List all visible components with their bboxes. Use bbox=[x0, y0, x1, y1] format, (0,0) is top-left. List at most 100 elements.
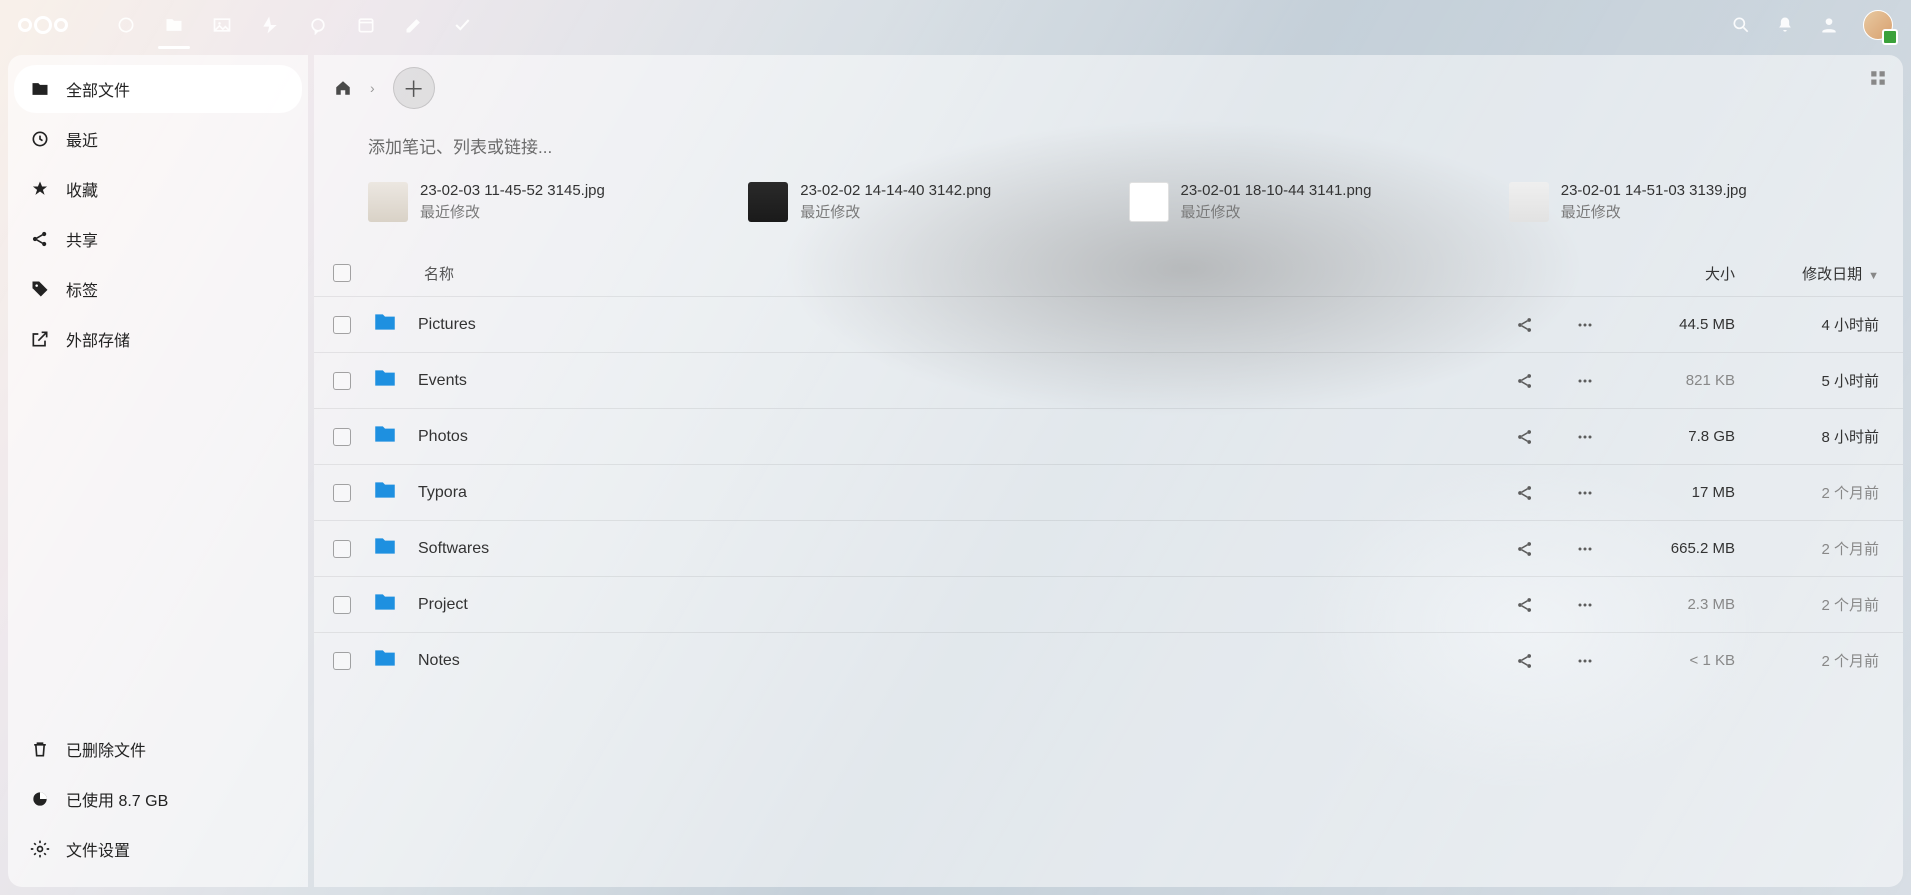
contacts-icon[interactable] bbox=[1819, 15, 1839, 35]
photos-app-icon[interactable] bbox=[212, 15, 232, 35]
recent-file-sub: 最近修改 bbox=[420, 201, 605, 222]
more-icon[interactable] bbox=[1575, 651, 1595, 671]
sidebar-item-favorites[interactable]: 收藏 bbox=[14, 165, 302, 213]
star-icon bbox=[30, 179, 50, 199]
tasks-app-icon[interactable] bbox=[452, 15, 472, 35]
search-icon[interactable] bbox=[1731, 15, 1751, 35]
sidebar-item-label: 共享 bbox=[66, 227, 98, 251]
more-icon[interactable] bbox=[1575, 315, 1595, 335]
row-checkbox[interactable] bbox=[333, 372, 351, 390]
recent-card[interactable]: 23-02-02 14-14-40 3142.png 最近修改 bbox=[748, 182, 1088, 222]
row-checkbox[interactable] bbox=[333, 484, 351, 502]
breadcrumb: › ＋ bbox=[314, 55, 1903, 115]
sidebar-item-trash[interactable]: 已删除文件 bbox=[14, 725, 302, 773]
recent-card[interactable]: 23-02-01 18-10-44 3141.png 最近修改 bbox=[1129, 182, 1469, 222]
file-date: 2 个月前 bbox=[1745, 538, 1885, 559]
file-name: Notes bbox=[418, 652, 1495, 670]
recent-file-sub: 最近修改 bbox=[800, 201, 991, 222]
col-name[interactable]: 名称 bbox=[418, 263, 1495, 284]
file-name: Typora bbox=[418, 484, 1495, 502]
home-icon[interactable] bbox=[334, 79, 352, 97]
row-checkbox[interactable] bbox=[333, 596, 351, 614]
folder-icon bbox=[370, 421, 418, 452]
external-link-icon bbox=[30, 329, 50, 349]
sidebar-item-recent[interactable]: 最近 bbox=[14, 115, 302, 163]
sidebar-item-all-files[interactable]: 全部文件 bbox=[14, 65, 302, 113]
more-icon[interactable] bbox=[1575, 539, 1595, 559]
tag-icon bbox=[30, 279, 50, 299]
file-size: 17 MB bbox=[1615, 484, 1745, 501]
sidebar-item-tags[interactable]: 标签 bbox=[14, 265, 302, 313]
notes-input[interactable]: 添加笔记、列表或链接... bbox=[314, 115, 1903, 182]
recent-file-name: 23-02-01 18-10-44 3141.png bbox=[1181, 182, 1372, 199]
chevron-right-icon: › bbox=[370, 80, 375, 96]
file-name: Pictures bbox=[418, 316, 1495, 334]
sidebar-item-quota[interactable]: 已使用 8.7 GB bbox=[14, 775, 302, 823]
file-size: 821 KB bbox=[1615, 372, 1745, 389]
share-icon[interactable] bbox=[1515, 371, 1535, 391]
sort-desc-icon: ▼ bbox=[1868, 270, 1879, 282]
row-checkbox[interactable] bbox=[333, 428, 351, 446]
table-row[interactable]: Typora 17 MB 2 个月前 bbox=[314, 464, 1903, 520]
more-icon[interactable] bbox=[1575, 595, 1595, 615]
sidebar-item-label: 外部存储 bbox=[66, 327, 130, 351]
user-avatar[interactable] bbox=[1863, 10, 1893, 40]
folder-icon bbox=[370, 645, 418, 676]
row-checkbox[interactable] bbox=[333, 540, 351, 558]
file-date: 8 小时前 bbox=[1745, 426, 1885, 447]
talk-app-icon[interactable] bbox=[308, 15, 328, 35]
sidebar-item-external[interactable]: 外部存储 bbox=[14, 315, 302, 363]
recent-file-sub: 最近修改 bbox=[1561, 201, 1747, 222]
more-icon[interactable] bbox=[1575, 371, 1595, 391]
add-button[interactable]: ＋ bbox=[393, 67, 435, 109]
thumbnail bbox=[1509, 182, 1549, 222]
col-modified[interactable]: 修改日期▼ bbox=[1745, 263, 1885, 284]
sidebar-item-label: 已删除文件 bbox=[66, 737, 146, 761]
table-row[interactable]: Pictures 44.5 MB 4 小时前 bbox=[314, 296, 1903, 352]
sidebar-item-shares[interactable]: 共享 bbox=[14, 215, 302, 263]
recent-card[interactable]: 23-02-01 14-51-03 3139.jpg 最近修改 bbox=[1509, 182, 1849, 222]
share-icon[interactable] bbox=[1515, 315, 1535, 335]
folder-icon bbox=[370, 365, 418, 396]
thumbnail bbox=[368, 182, 408, 222]
more-icon[interactable] bbox=[1575, 427, 1595, 447]
file-table: 名称 大小 修改日期▼ Pictures 44.5 MB 4 小时前 Event… bbox=[314, 250, 1903, 688]
share-icon[interactable] bbox=[1515, 483, 1535, 503]
activity-app-icon[interactable] bbox=[260, 15, 280, 35]
share-icon[interactable] bbox=[1515, 539, 1535, 559]
table-row[interactable]: Softwares 665.2 MB 2 个月前 bbox=[314, 520, 1903, 576]
table-row[interactable]: Photos 7.8 GB 8 小时前 bbox=[314, 408, 1903, 464]
file-date: 2 个月前 bbox=[1745, 594, 1885, 615]
dashboard-icon[interactable] bbox=[116, 15, 136, 35]
select-all-checkbox[interactable] bbox=[333, 264, 351, 282]
recent-card[interactable]: 23-02-03 11-45-52 3145.jpg 最近修改 bbox=[368, 182, 708, 222]
files-app-icon[interactable] bbox=[164, 15, 184, 35]
folder-icon bbox=[370, 533, 418, 564]
calendar-app-icon[interactable] bbox=[356, 15, 376, 35]
sidebar-item-settings[interactable]: 文件设置 bbox=[14, 825, 302, 873]
share-icon[interactable] bbox=[1515, 427, 1535, 447]
nextcloud-logo[interactable] bbox=[18, 16, 68, 34]
table-row[interactable]: Project 2.3 MB 2 个月前 bbox=[314, 576, 1903, 632]
sidebar-item-label: 最近 bbox=[66, 127, 98, 151]
row-checkbox[interactable] bbox=[333, 652, 351, 670]
share-icon[interactable] bbox=[1515, 595, 1535, 615]
notes-app-icon[interactable] bbox=[404, 15, 424, 35]
thumbnail bbox=[748, 182, 788, 222]
col-size[interactable]: 大小 bbox=[1615, 263, 1745, 284]
table-row[interactable]: Events 821 KB 5 小时前 bbox=[314, 352, 1903, 408]
share-icon[interactable] bbox=[1515, 651, 1535, 671]
file-date: 2 个月前 bbox=[1745, 482, 1885, 503]
file-size: 2.3 MB bbox=[1615, 596, 1745, 613]
recent-file-sub: 最近修改 bbox=[1181, 201, 1372, 222]
folder-icon bbox=[370, 309, 418, 340]
trash-icon bbox=[30, 739, 50, 759]
table-row[interactable]: Notes < 1 KB 2 个月前 bbox=[314, 632, 1903, 688]
file-date: 2 个月前 bbox=[1745, 650, 1885, 671]
more-icon[interactable] bbox=[1575, 483, 1595, 503]
grid-view-toggle[interactable] bbox=[1869, 69, 1887, 92]
notifications-icon[interactable] bbox=[1775, 15, 1795, 35]
row-checkbox[interactable] bbox=[333, 316, 351, 334]
topbar bbox=[0, 0, 1911, 50]
share-icon bbox=[30, 229, 50, 249]
